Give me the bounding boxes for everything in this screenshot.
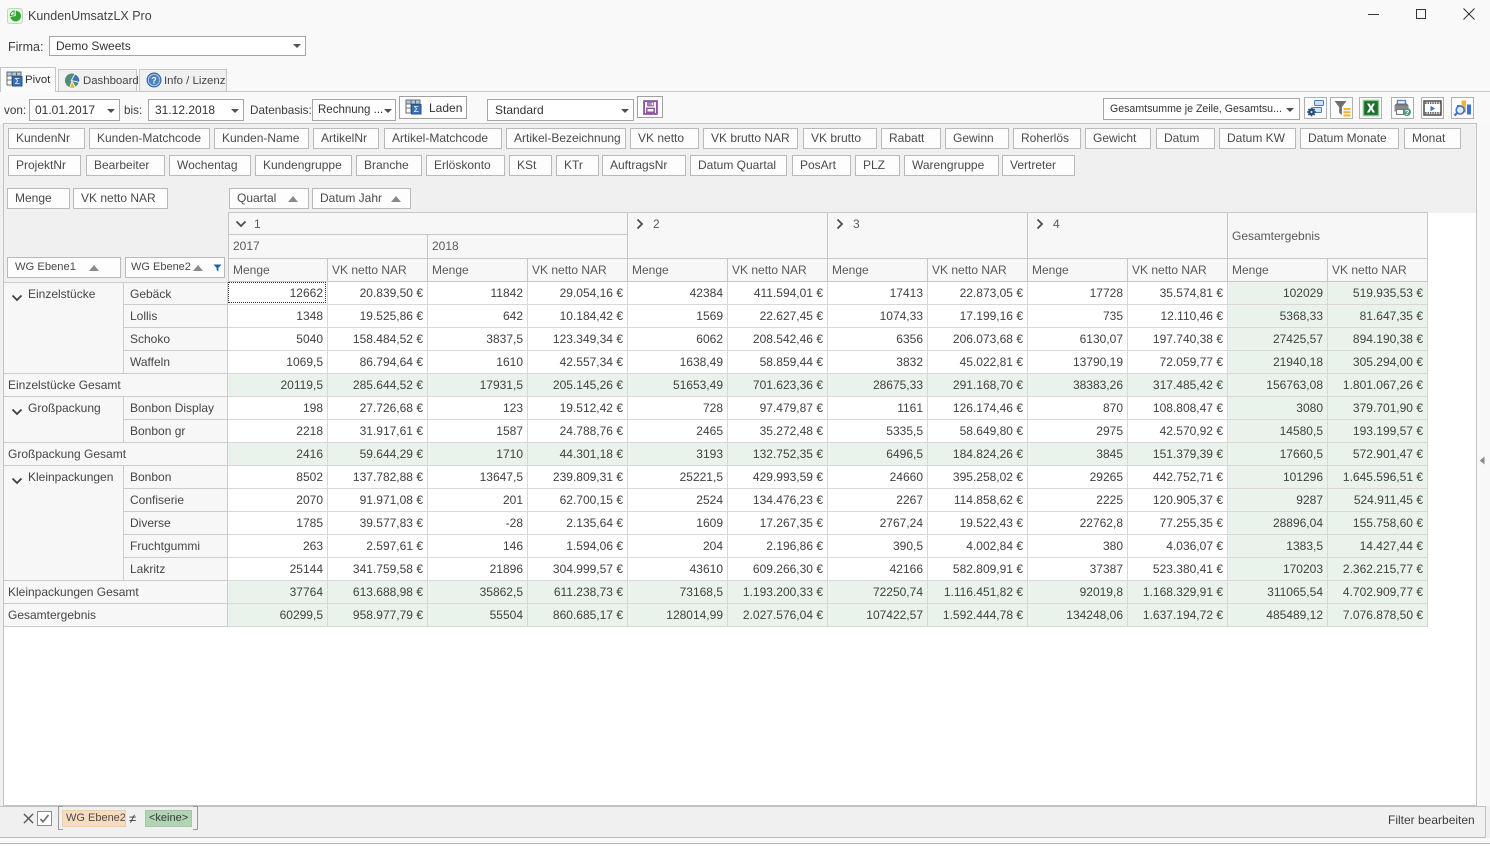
svg-text:Σ: Σ — [15, 76, 20, 86]
svg-text:Σ: Σ — [414, 104, 419, 114]
svg-text:?: ? — [1405, 108, 1410, 117]
svg-text:?: ? — [151, 75, 157, 85]
